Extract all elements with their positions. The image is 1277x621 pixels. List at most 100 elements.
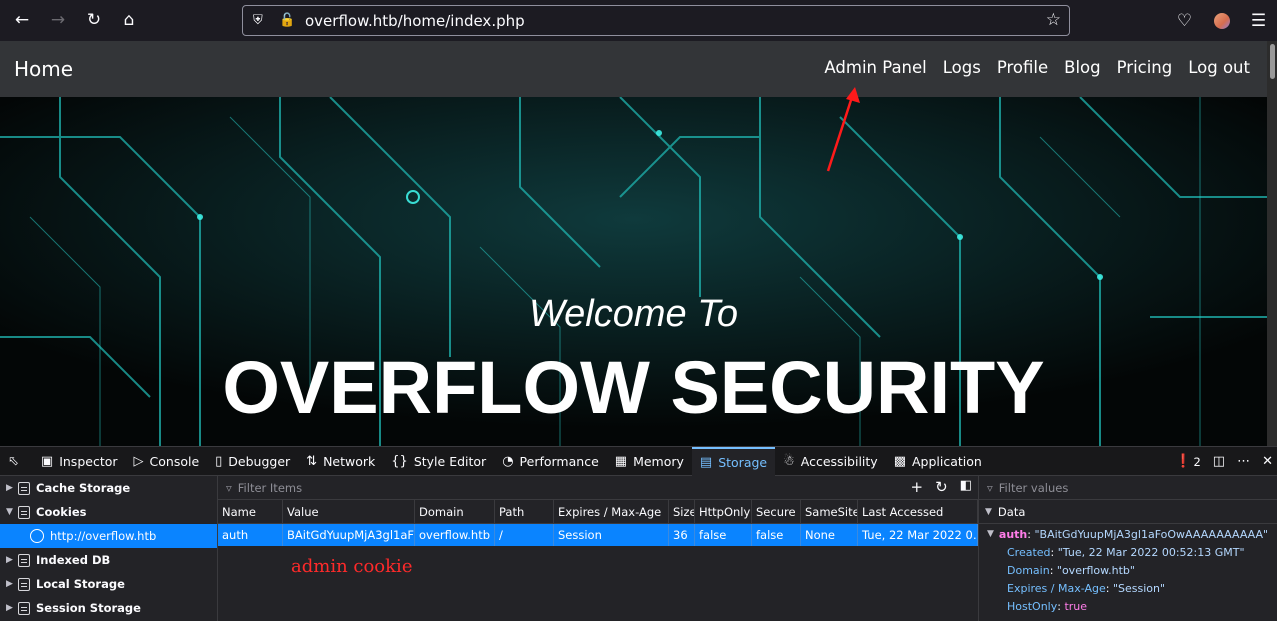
data-row-created[interactable]: Created: "Tue, 22 Mar 2022 00:52:13 GMT" xyxy=(979,543,1277,561)
network-icon: ⇅ xyxy=(306,453,318,469)
sidebar-label: http://overflow.htb xyxy=(50,529,157,543)
sidebar-item-session-storage[interactable]: ▶ Session Storage xyxy=(0,596,217,620)
menu-icon[interactable]: ☰ xyxy=(1240,3,1277,39)
nav-pricing[interactable]: Pricing xyxy=(1117,58,1173,77)
style-editor-icon: {} xyxy=(391,453,408,469)
tab-network[interactable]: ⇅ Network xyxy=(298,447,383,476)
table-cell[interactable]: None xyxy=(801,524,858,546)
table-cell[interactable]: Tue, 22 Mar 2022 0… xyxy=(858,524,978,546)
sidebar-label: Cookies xyxy=(36,505,87,519)
globe-icon xyxy=(30,529,44,543)
tab-inspector[interactable]: ▣ Inspector xyxy=(33,447,126,476)
home-icon[interactable]: ⌂ xyxy=(111,2,147,38)
data-value: "BAitGdYuupMjA3gl1aFoOwAAAAAAAAAA" xyxy=(1034,527,1269,541)
sidebar-label: Local Storage xyxy=(36,577,125,591)
table-cell[interactable]: / xyxy=(495,524,554,546)
reload-icon[interactable]: ↻ xyxy=(76,2,112,38)
data-key: Domain xyxy=(1007,563,1050,577)
column-header[interactable]: SameSite xyxy=(801,500,858,524)
tab-style-editor[interactable]: {} Style Editor xyxy=(383,447,494,476)
column-header[interactable]: Name xyxy=(218,500,283,524)
column-header[interactable]: Last Accessed xyxy=(858,500,978,524)
table-cell[interactable]: auth xyxy=(218,524,283,546)
dock-icon[interactable]: ◫ xyxy=(1213,454,1225,469)
column-header[interactable]: Value xyxy=(283,500,415,524)
error-count[interactable]: 2 xyxy=(1193,455,1200,469)
expand-arrow-icon[interactable]: ▶ xyxy=(6,483,18,493)
data-row-auth[interactable]: ▼ auth: "BAitGdYuupMjA3gl1aFoOwAAAAAAAAA… xyxy=(979,525,1277,543)
sidebar-item-cookies[interactable]: ▼ Cookies xyxy=(0,500,217,524)
tab-application[interactable]: ▩ Application xyxy=(886,447,990,476)
hero-subtitle: Welcome To xyxy=(528,293,739,335)
close-icon[interactable]: ✕ xyxy=(1262,454,1273,469)
expand-arrow-icon[interactable]: ▶ xyxy=(6,555,18,565)
data-row-hostonly[interactable]: HostOnly: true xyxy=(979,597,1277,615)
sidebar-label: Cache Storage xyxy=(36,481,131,495)
nav-blog[interactable]: Blog xyxy=(1064,58,1100,77)
sidebar-item-cache-storage[interactable]: ▶ Cache Storage xyxy=(0,476,217,500)
filter-values-input[interactable]: ▿ Filter values xyxy=(979,476,1277,500)
table-cell[interactable]: overflow.htb xyxy=(415,524,495,546)
url-bar[interactable]: ⛨ 🔓 overflow.htb/home/index.php ☆ xyxy=(242,5,1070,36)
add-item-icon[interactable]: + xyxy=(911,478,924,496)
tab-label: Debugger xyxy=(228,453,291,469)
scrollbar-thumb[interactable] xyxy=(1270,44,1275,79)
tab-label: Inspector xyxy=(59,453,118,469)
shield-icon[interactable]: ⛨ xyxy=(253,13,271,28)
element-picker-icon[interactable]: ⬁ xyxy=(0,447,33,476)
sidebar-item-local-storage[interactable]: ▶ Local Storage xyxy=(0,572,217,596)
collapse-arrow-icon[interactable]: ▼ xyxy=(6,507,18,517)
tab-label: Performance xyxy=(519,453,599,469)
tab-label: Style Editor xyxy=(413,453,487,469)
tab-memory[interactable]: ▦ Memory xyxy=(607,447,692,476)
table-cell[interactable]: Session xyxy=(554,524,669,546)
url-text: overflow.htb/home/index.php xyxy=(305,11,525,30)
tab-console[interactable]: ▷ Console xyxy=(126,447,208,476)
tab-accessibility[interactable]: ☃ Accessibility xyxy=(775,447,886,476)
tab-storage[interactable]: ▤ Storage xyxy=(691,446,776,476)
back-icon[interactable]: ← xyxy=(4,2,40,38)
account-avatar[interactable] xyxy=(1203,3,1240,39)
table-cell[interactable]: false xyxy=(752,524,801,546)
table-cell[interactable]: false xyxy=(695,524,752,546)
bookmark-star-icon[interactable]: ☆ xyxy=(1046,10,1061,30)
tab-label: Console xyxy=(149,453,200,469)
table-cell[interactable]: BAitGdYuupMjA3gl1aF… xyxy=(283,524,415,546)
page-scrollbar[interactable] xyxy=(1267,41,1277,446)
refresh-icon[interactable]: ↻ xyxy=(935,478,948,496)
red-arrow-annotation xyxy=(826,87,860,172)
data-row-expires[interactable]: Expires / Max-Age: "Session" xyxy=(979,579,1277,597)
error-icon[interactable]: ❗ xyxy=(1175,454,1191,469)
collapse-arrow-icon[interactable]: ▼ xyxy=(987,529,994,539)
sidebar-item-indexed-db[interactable]: ▶ Indexed DB xyxy=(0,548,217,572)
collapse-arrow-icon[interactable]: ▼ xyxy=(985,507,992,517)
tab-performance[interactable]: ◔ Performance xyxy=(494,447,607,476)
data-section-header[interactable]: ▼ Data xyxy=(979,500,1277,524)
nav-log-out[interactable]: Log out xyxy=(1188,58,1250,77)
column-header[interactable]: HttpOnly xyxy=(695,500,752,524)
annotation-text: admin cookie xyxy=(291,556,413,577)
column-header[interactable]: Expires / Max-Age xyxy=(554,500,669,524)
web-page: Home Admin Panel Logs Profile Blog Prici… xyxy=(0,41,1267,446)
nav-logs[interactable]: Logs xyxy=(943,58,981,77)
column-header[interactable]: Path xyxy=(495,500,554,524)
tab-label: Accessibility xyxy=(800,453,878,469)
toggle-sidebar-icon[interactable]: ◧ xyxy=(960,478,972,496)
more-options-icon[interactable]: ⋯ xyxy=(1237,454,1250,469)
column-header[interactable]: Secure xyxy=(752,500,801,524)
nav-profile[interactable]: Profile xyxy=(997,58,1048,77)
data-row-domain[interactable]: Domain: "overflow.htb" xyxy=(979,561,1277,579)
pocket-icon[interactable]: ♡ xyxy=(1166,3,1203,39)
table-cell[interactable]: 36 xyxy=(669,524,695,546)
column-header[interactable]: Size xyxy=(669,500,695,524)
table-row[interactable]: auth BAitGdYuupMjA3gl1aF… overflow.htb /… xyxy=(218,524,978,546)
expand-arrow-icon[interactable]: ▶ xyxy=(6,603,18,613)
lock-icon[interactable]: 🔓 xyxy=(279,13,297,28)
filter-placeholder: Filter Items xyxy=(237,480,303,495)
sidebar-item-cookie-host[interactable]: http://overflow.htb xyxy=(0,524,217,548)
filter-items-input[interactable]: ▿ Filter Items + ↻ ◧ xyxy=(218,476,978,500)
forward-icon[interactable]: → xyxy=(40,2,76,38)
column-header[interactable]: Domain xyxy=(415,500,495,524)
expand-arrow-icon[interactable]: ▶ xyxy=(6,579,18,589)
tab-debugger[interactable]: ▯ Debugger xyxy=(207,447,298,476)
